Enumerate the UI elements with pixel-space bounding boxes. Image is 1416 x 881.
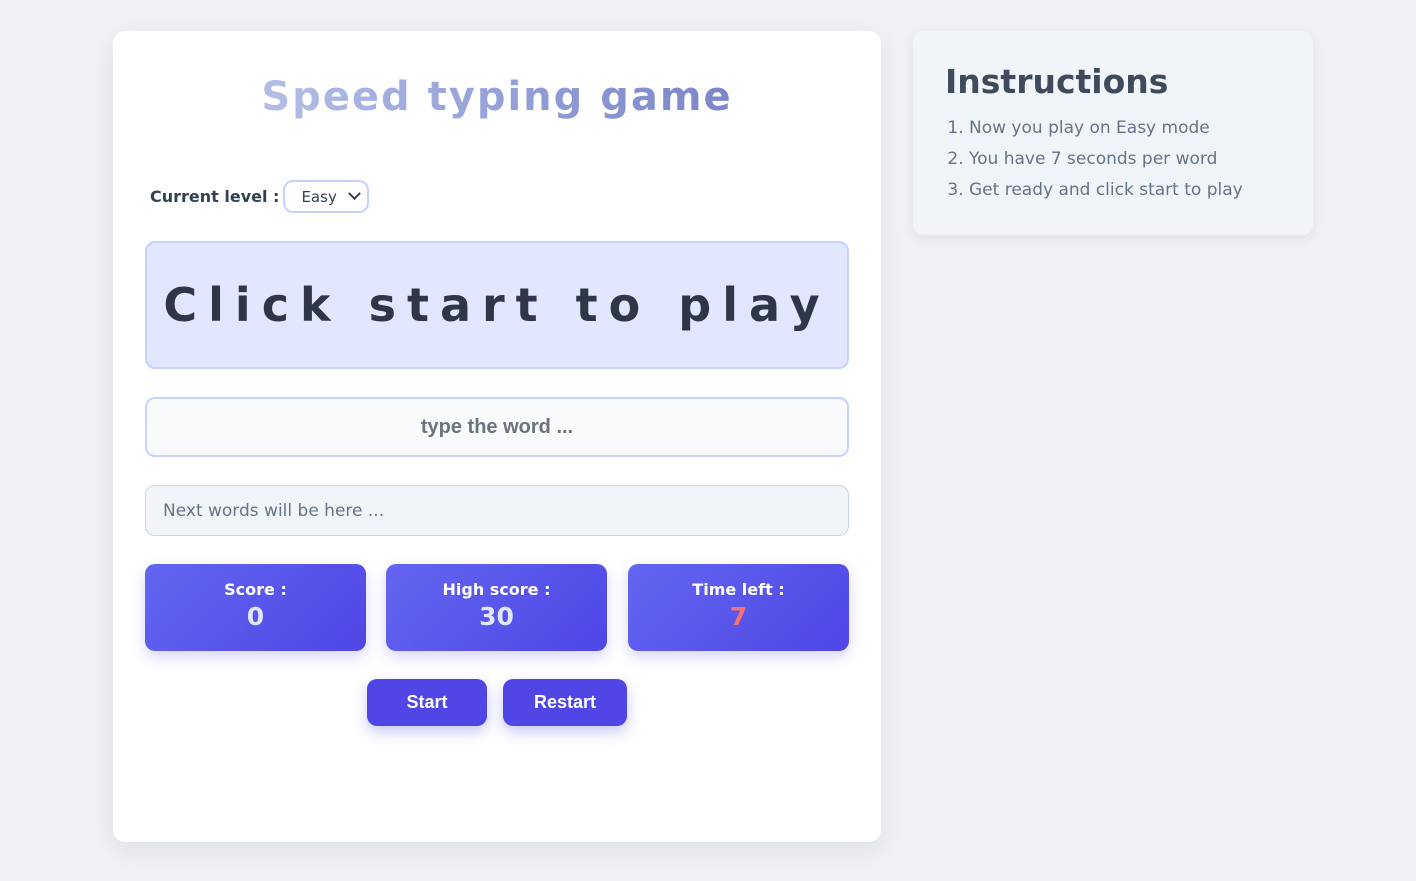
game-title: Speed typing game: [113, 74, 881, 120]
restart-button[interactable]: Restart: [503, 679, 627, 726]
high-score-value: 30: [479, 602, 514, 631]
level-select[interactable]: Easy: [283, 180, 370, 213]
instruction-item: You have 7 seconds per word: [969, 144, 1281, 175]
score-card: Score : 0: [145, 564, 366, 651]
instruction-item: Now you play on Easy mode: [969, 113, 1281, 144]
high-score-card: High score : 30: [386, 564, 607, 651]
score-value: 0: [246, 602, 265, 631]
upcoming-words-text: Next words will be here ...: [163, 500, 385, 521]
time-left-value: 7: [729, 602, 748, 631]
game-card: Speed typing game Current level : Easy C…: [113, 31, 881, 842]
current-word: Click start to play: [163, 278, 831, 332]
high-score-label: High score :: [442, 580, 551, 599]
upcoming-words: Next words will be here ...: [145, 485, 849, 536]
instructions-list: Now you play on Easy mode You have 7 sec…: [945, 113, 1281, 206]
time-left-card: Time left : 7: [628, 564, 849, 651]
instructions-title: Instructions: [945, 62, 1169, 101]
score-label: Score :: [224, 580, 287, 599]
level-label: Current level :: [150, 187, 280, 206]
instructions-card: Instructions Now you play on Easy mode Y…: [913, 31, 1313, 235]
level-row: Current level : Easy: [150, 180, 370, 213]
word-display: Click start to play: [145, 241, 849, 369]
instruction-item: Get ready and click start to play: [969, 175, 1281, 206]
start-button[interactable]: Start: [367, 679, 487, 726]
word-input[interactable]: [145, 397, 849, 457]
level-selected-value: Easy: [301, 187, 337, 206]
chevron-down-icon: [348, 187, 362, 201]
time-left-label: Time left :: [692, 580, 785, 599]
